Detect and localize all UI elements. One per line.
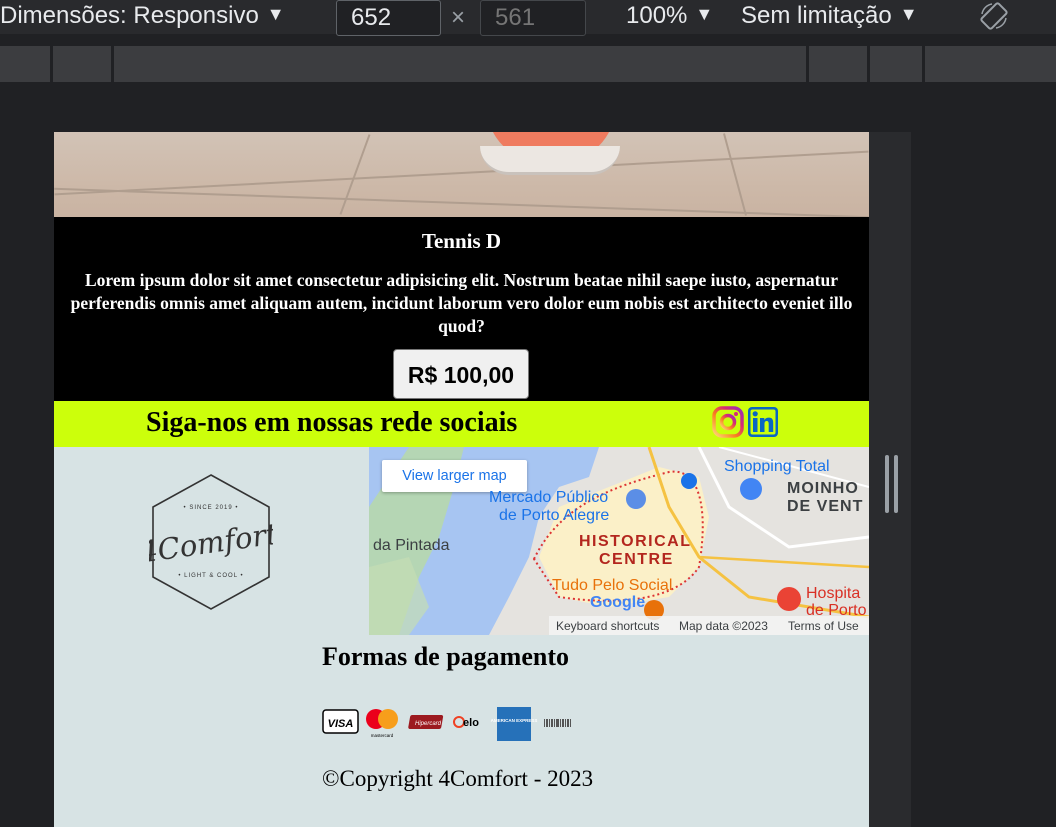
media-query-bar[interactable] (0, 46, 1056, 82)
shoe-sole (480, 146, 620, 175)
svg-text:Hipercard: Hipercard (415, 721, 442, 727)
svg-text:AMERICAN EXPRESS: AMERICAN EXPRESS (491, 718, 538, 723)
price-button[interactable]: R$ 100,00 (393, 349, 529, 399)
dimensions-dropdown[interactable]: Dimensões: Responsivo ▼ (0, 2, 285, 30)
pavement-line (339, 134, 371, 215)
media-query-divider (50, 46, 53, 82)
product-description: Lorem ipsum dolor sit amet consectetur a… (70, 270, 853, 336)
terms-link[interactable]: Terms of Use (788, 619, 859, 633)
product-title: Tennis D (421, 229, 502, 253)
chevron-down-icon: ▼ (899, 4, 918, 24)
map-data-label: Map data ©2023 (679, 619, 768, 633)
view-larger-map-link[interactable]: View larger map (382, 460, 527, 492)
product-card: Tennis D Lorem ipsum dolor sit amet cons… (54, 217, 869, 401)
svg-text:mastercard: mastercard (371, 733, 394, 738)
mastercard-icon: mastercard (366, 709, 398, 738)
embedded-map[interactable]: View larger map Mercado Público de Porto… (369, 447, 869, 635)
product-image (54, 132, 869, 217)
height-input[interactable] (480, 0, 586, 36)
map-label: HISTORICAL (579, 533, 692, 550)
svg-text:VISA: VISA (328, 718, 354, 730)
page-viewport: Tennis D Lorem ipsum dolor sit amet cons… (54, 132, 869, 827)
map-label: MOINHO (787, 480, 859, 497)
logo-tagline-text: • LIGHT & COOL • (178, 573, 243, 579)
map-label: de Porto Alegre (499, 507, 610, 524)
social-bar: Siga-nos em nossas rede sociais (54, 401, 869, 447)
copyright-text: ©Copyright 4Comfort - 2023 (322, 766, 594, 791)
visa-icon: VISA (322, 709, 359, 734)
media-query-divider (111, 46, 114, 82)
resize-handle[interactable] (885, 455, 899, 515)
throttle-label: Sem limitação (741, 2, 892, 29)
pavement-line (54, 187, 869, 217)
map-label: Shopping Total (724, 458, 830, 475)
social-text: Siga-nos em nossas rede sociais (146, 407, 518, 438)
logo-name-text: 4Comfort (149, 516, 273, 569)
media-query-divider (806, 46, 809, 82)
handle-bar (885, 455, 889, 513)
linkedin-icon[interactable] (747, 406, 779, 438)
chevron-down-icon: ▼ (266, 4, 285, 24)
brand-logo: • SINCE 2019 • 4Comfort • LIGHT & COOL • (149, 474, 273, 610)
rotate-icon[interactable] (978, 0, 1010, 32)
dimensions-label: Dimensões: Responsivo (0, 2, 259, 29)
zoom-label: 100% (626, 2, 688, 29)
hipercard-icon: Hipercard (408, 715, 444, 729)
handle-bar (894, 455, 898, 513)
keyboard-shortcuts-link[interactable]: Keyboard shortcuts (556, 619, 659, 633)
map-label: Tudo Pelo Social (552, 577, 673, 594)
payment-title: Formas de pagamento (322, 642, 569, 671)
logo-since-text: • SINCE 2019 • (184, 505, 239, 511)
elo-icon: elo (453, 716, 479, 729)
map-footer: Keyboard shortcuts Map data ©2023 Terms … (549, 616, 869, 635)
pavement-line (723, 133, 747, 216)
times-label: × (451, 4, 466, 31)
google-logo: Google (590, 594, 646, 611)
map-label: CENTRE (599, 551, 674, 568)
media-query-divider (922, 46, 925, 82)
zoom-dropdown[interactable]: 100% ▼ (626, 2, 713, 30)
map-label: DE VENT (787, 498, 864, 515)
pavement-line (54, 150, 869, 196)
chevron-down-icon: ▼ (695, 4, 714, 24)
map-label: Mercado Público (489, 489, 609, 506)
media-query-divider (867, 46, 870, 82)
boleto-icon (544, 719, 571, 727)
width-input[interactable] (336, 0, 441, 36)
device-toolbar: Dimensões: Responsivo ▼ × 100% ▼ Sem limit… (0, 0, 1056, 36)
map-label: da Pintada (373, 537, 450, 554)
instagram-icon[interactable] (712, 406, 744, 438)
amex-icon: AMERICAN EXPRESS (491, 707, 538, 741)
payment-methods: VISA mastercard Hipercard elo AMERICAN E… (322, 707, 571, 741)
throttle-dropdown[interactable]: Sem limitação ▼ (741, 2, 918, 30)
map-label: Hospita (806, 585, 861, 602)
svg-text:elo: elo (463, 717, 479, 729)
